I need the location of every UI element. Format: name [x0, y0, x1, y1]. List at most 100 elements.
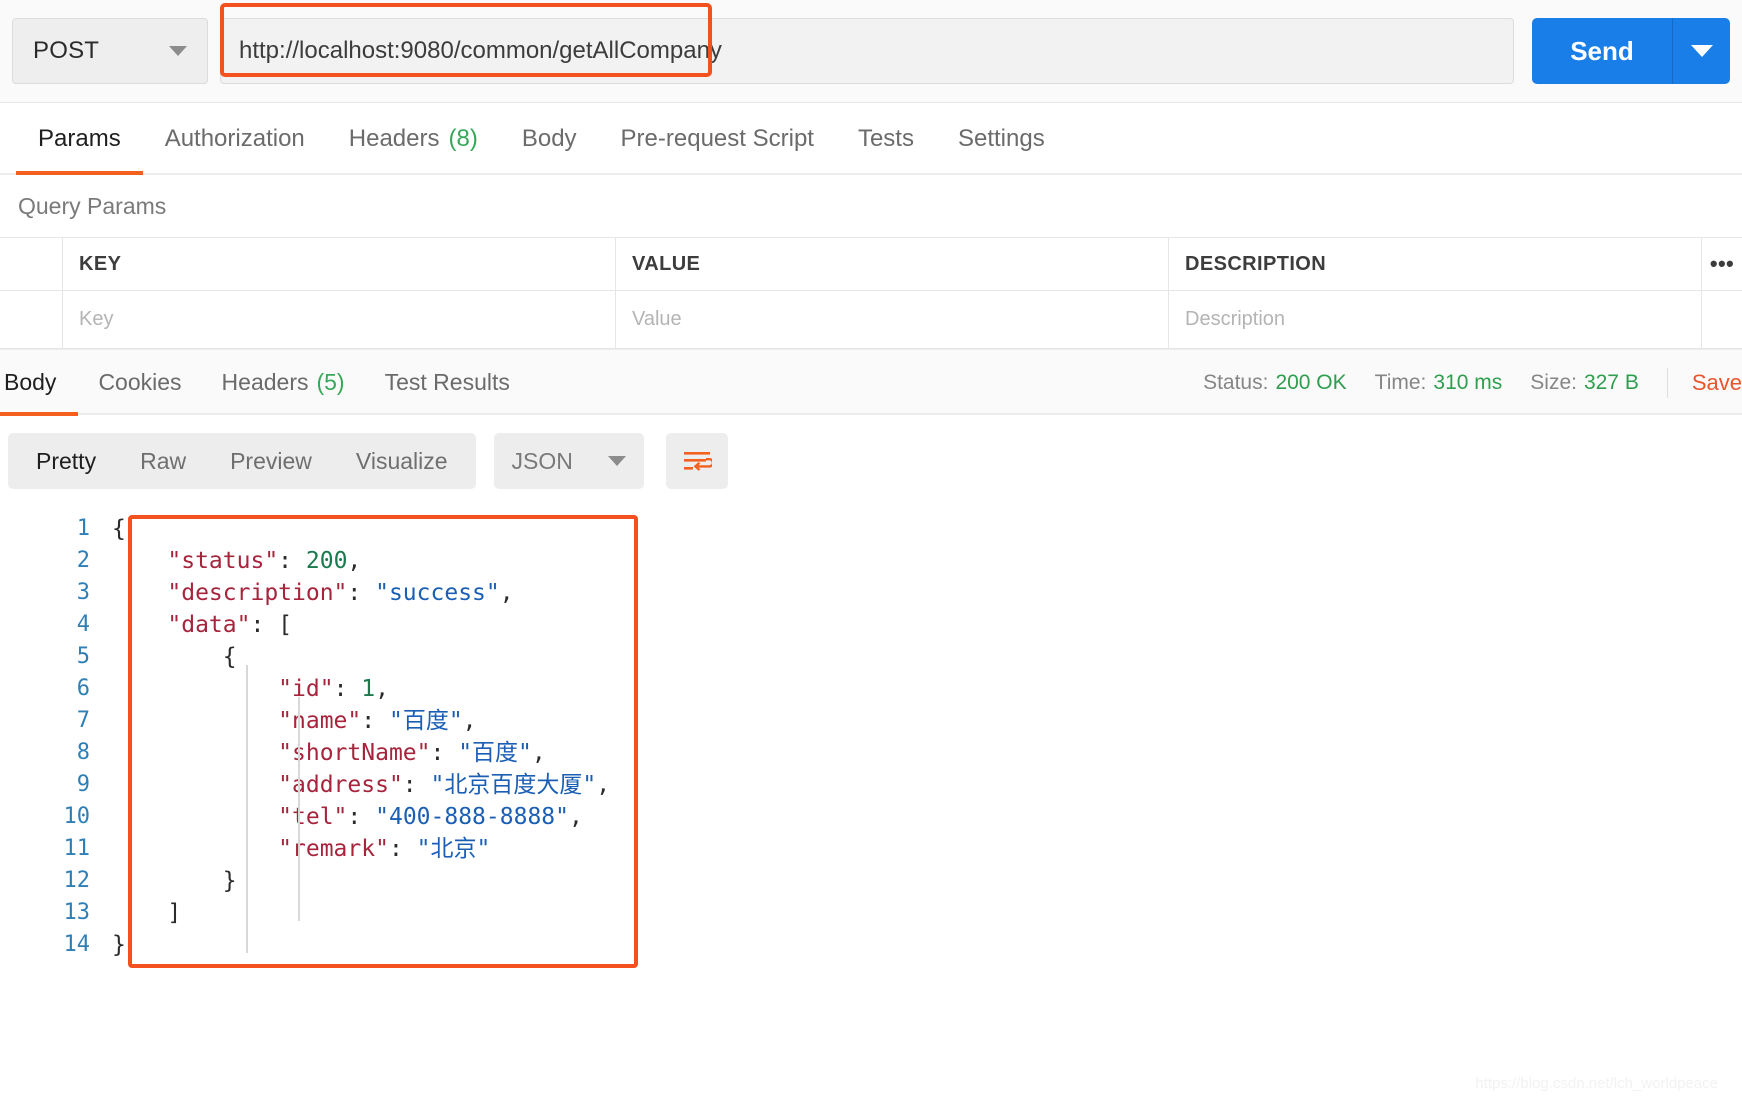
status-badge: Status: 200 OK	[1203, 371, 1347, 395]
param-key-input[interactable]: Key	[63, 291, 616, 348]
query-params-title: Query Params	[18, 192, 167, 219]
row-gutter	[0, 238, 63, 290]
code-line: 5 {	[0, 641, 1742, 673]
column-header-key: KEY	[63, 238, 616, 290]
tab-label: Params	[38, 125, 121, 152]
body-format-select[interactable]: JSON	[493, 433, 644, 489]
line-number: 6	[76, 676, 90, 701]
row-checkbox-cell[interactable]	[0, 291, 63, 348]
line-number: 1	[76, 516, 90, 541]
line-number: 12	[63, 868, 91, 893]
status-label: Status:	[1203, 370, 1269, 394]
code-line: 1{	[0, 513, 1742, 545]
table-row: Key Value Description	[0, 291, 1742, 349]
response-body-toolbar: Pretty Raw Preview Visualize JSON	[0, 415, 1742, 507]
time-value: 310 ms	[1433, 370, 1503, 394]
code-line-text: "data": [	[167, 612, 293, 638]
line-number: 13	[63, 900, 91, 925]
size-value: 327 B	[1583, 370, 1639, 394]
tab-pre-request-script[interactable]: Pre-request Script	[599, 103, 836, 175]
tab-count: (8)	[448, 125, 478, 152]
url-input[interactable]: http://localhost:9080/common/getAllCompa…	[220, 18, 1514, 84]
code-line-text: "shortName": "百度",	[278, 740, 546, 766]
response-tab-test-results[interactable]: Test Results	[365, 350, 530, 416]
time-label: Time:	[1374, 370, 1427, 394]
chevron-down-icon	[607, 456, 626, 466]
bulk-edit-icon[interactable]: •••	[1702, 238, 1742, 290]
send-button-group: Send	[1532, 18, 1730, 84]
code-line-text: ]	[167, 900, 182, 926]
code-line-text: "id": 1,	[278, 676, 389, 702]
param-description-input[interactable]: Description	[1169, 291, 1702, 348]
request-tab-bar: Params Authorization Headers (8) Body Pre-req…	[0, 103, 1742, 175]
tab-label: Pre-request Script	[620, 125, 814, 152]
code-line: 10 "tel": "400-888-8888",	[0, 801, 1742, 833]
http-method-label: POST	[33, 37, 100, 64]
watermark: https://blog.csdn.net/lch_worldpeace	[1475, 1075, 1718, 1092]
body-view-switcher: Pretty Raw Preview Visualize	[8, 433, 476, 489]
chevron-down-icon	[1690, 45, 1713, 57]
line-number: 11	[63, 836, 91, 861]
response-tab-cookies[interactable]: Cookies	[78, 350, 201, 416]
code-line: 13 ]	[0, 897, 1742, 929]
body-view-visualize[interactable]: Visualize	[334, 433, 470, 489]
body-format-label: JSON	[511, 447, 573, 474]
tab-label: Tests	[857, 125, 914, 152]
send-button[interactable]: Send	[1532, 18, 1672, 84]
json-code: 1{2 "status": 200, 3 "description": "succ…	[0, 507, 1742, 961]
tab-label: Body	[521, 125, 577, 152]
tab-tests[interactable]: Tests	[836, 103, 936, 175]
tab-headers[interactable]: Headers (8)	[327, 103, 500, 175]
send-options-button[interactable]	[1672, 18, 1730, 84]
code-line: 14}	[0, 929, 1742, 961]
line-number: 4	[76, 612, 90, 637]
body-view-preview[interactable]: Preview	[208, 433, 334, 489]
response-meta: Status: 200 OK Time: 310 ms Size: 327 B Sav…	[1203, 367, 1742, 398]
response-tab-headers[interactable]: Headers (5)	[202, 350, 365, 416]
time-badge: Time: 310 ms	[1375, 371, 1503, 395]
line-number: 9	[76, 772, 90, 797]
code-line-text: "status": 200,	[167, 548, 362, 574]
response-body-editor[interactable]: 1{2 "status": 200, 3 "description": "succ…	[0, 507, 1742, 1097]
size-label: Size:	[1530, 370, 1577, 394]
http-method-select[interactable]: POST	[12, 18, 208, 84]
code-line: 3 "description": "success",	[0, 577, 1742, 609]
column-header-value: VALUE	[616, 238, 1169, 290]
indent-guide	[246, 665, 248, 953]
code-line: 2 "status": 200,	[0, 545, 1742, 577]
response-tab-body[interactable]: Body	[0, 350, 79, 416]
tab-authorization[interactable]: Authorization	[143, 103, 327, 175]
word-wrap-button[interactable]	[665, 433, 728, 489]
save-response-button[interactable]: Save	[1692, 370, 1742, 396]
tab-label: Authorization	[164, 125, 305, 152]
line-number: 2	[76, 548, 90, 573]
code-line-text: "name": "百度",	[278, 708, 477, 734]
response-tabs: Body Cookies Headers (5) Test Results	[0, 350, 530, 416]
tab-count: (5)	[316, 369, 345, 395]
code-line-text: "description": "success",	[167, 580, 514, 606]
code-line-text: "tel": "400-888-8888",	[278, 804, 583, 830]
line-number: 5	[76, 644, 90, 669]
table-header-row: KEY VALUE DESCRIPTION •••	[0, 237, 1742, 291]
row-actions	[1702, 291, 1742, 348]
url-text: http://localhost:9080/common/getAllCompa…	[239, 37, 722, 64]
column-header-description: DESCRIPTION	[1169, 238, 1702, 290]
param-value-input[interactable]: Value	[616, 291, 1169, 348]
tab-label: Test Results	[384, 369, 510, 395]
body-view-raw[interactable]: Raw	[118, 433, 208, 489]
tab-label: Body	[4, 369, 57, 395]
request-url-bar: POST http://localhost:9080/common/getAll…	[0, 0, 1742, 103]
body-view-pretty[interactable]: Pretty	[14, 433, 118, 489]
response-tab-bar: Body Cookies Headers (5) Test Results Status…	[0, 349, 1742, 416]
code-line: 6 "id": 1,	[0, 673, 1742, 705]
tab-params[interactable]: Params	[16, 103, 143, 175]
word-wrap-icon	[683, 452, 712, 471]
divider	[1666, 367, 1668, 398]
code-line: 11 "remark": "北京"	[0, 833, 1742, 865]
code-line-text: }	[112, 932, 126, 958]
tab-body[interactable]: Body	[500, 103, 599, 175]
tab-settings[interactable]: Settings	[936, 103, 1067, 175]
line-number: 3	[76, 580, 90, 605]
code-line: 4 "data": [	[0, 609, 1742, 641]
tab-label: Settings	[957, 125, 1045, 152]
